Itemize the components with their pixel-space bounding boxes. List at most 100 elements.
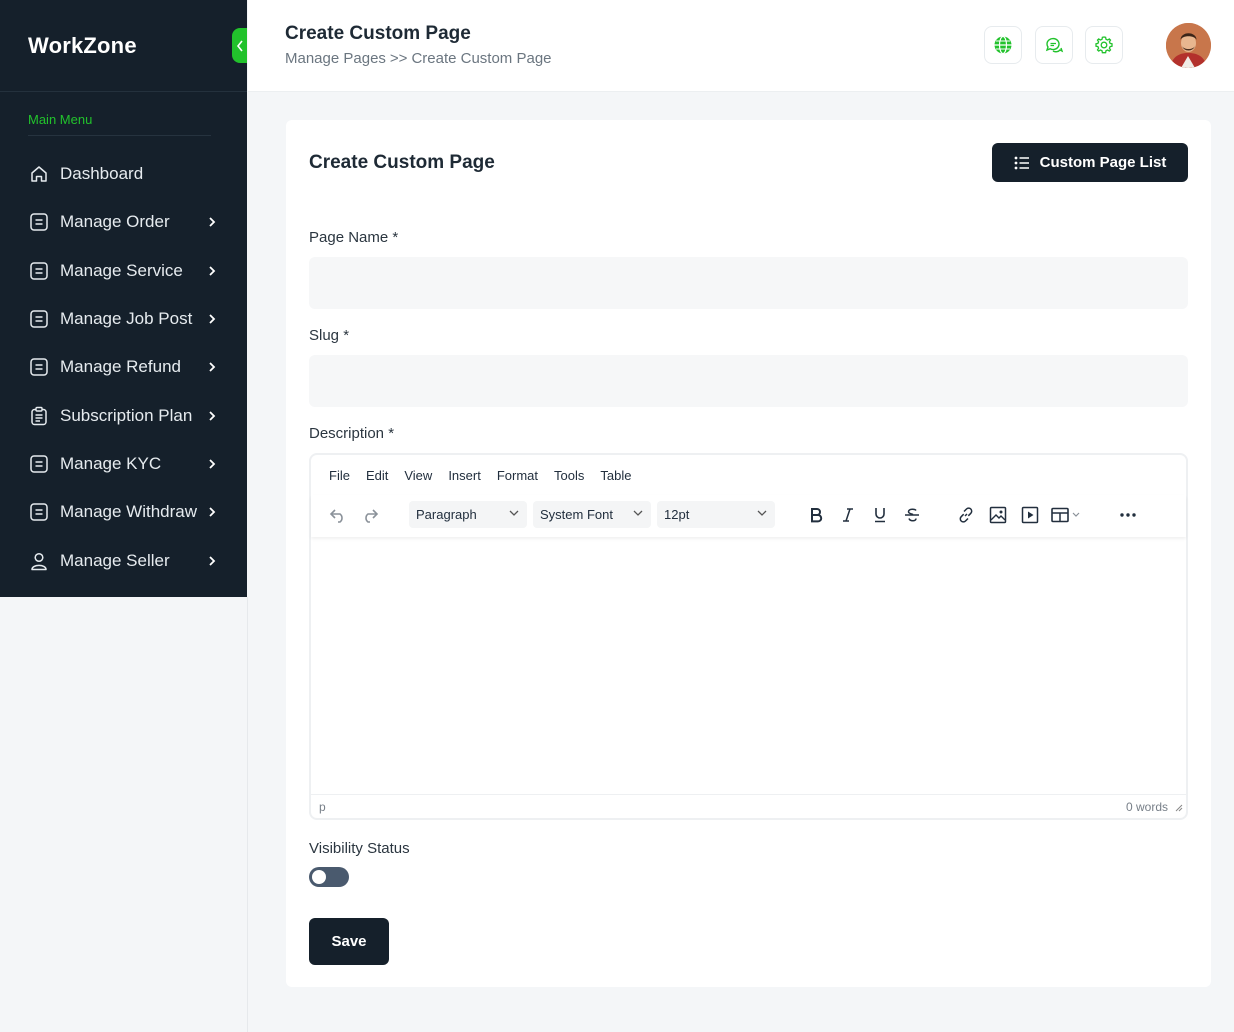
sidebar-item-label: Manage Refund [60,357,181,377]
sidebar-item-label: Subscription Plan [60,405,193,425]
card-title: Create Custom Page [309,152,495,173]
strikethrough-button[interactable] [901,501,923,529]
redo-button[interactable] [359,501,381,529]
breadcrumb-separator: >> [389,50,408,67]
custom-page-list-button[interactable]: Custom Page List [992,143,1188,182]
italic-button[interactable] [837,501,859,529]
chevron-right-icon [207,361,217,373]
element-path[interactable]: p [319,800,326,814]
chevron-down-icon [509,510,519,516]
font-size-value: 12pt [664,507,690,522]
list-doc-icon [28,260,50,282]
more-horizontal-icon [1120,513,1136,517]
font-size-select[interactable]: 12pt [657,501,775,528]
list-doc-icon [28,501,50,523]
sidebar-item-label: Manage KYC [60,453,162,473]
underline-button[interactable] [869,501,891,529]
chevron-down-icon [757,510,767,516]
chevron-right-icon [207,555,217,567]
top-header: Create Custom Page Manage Pages >> Create … [248,0,1234,92]
undo-icon [329,509,343,523]
description-label: Description * [309,425,395,442]
sidebar-item-manage-service[interactable]: Manage Service [0,247,247,295]
sidebar-item-manage-seller[interactable]: Manage Seller [0,536,247,584]
redo-icon [365,509,379,523]
globe-icon [994,35,1012,55]
sidebar: WorkZone Main Menu Dashboard Manage Order… [0,0,247,597]
sidebar-item-manage-refund[interactable]: Manage Refund [0,343,247,391]
user-icon [28,550,50,572]
editor-content-area[interactable] [311,539,1186,794]
sidebar-item-manage-withdraw[interactable]: Manage Withdraw [0,488,247,536]
page-title: Create Custom Page [285,23,471,44]
visibility-toggle[interactable] [309,867,349,887]
page-name-input[interactable] [309,257,1188,309]
rich-text-editor: File Edit View Insert Format Tools Table Parag… [309,453,1188,820]
visibility-label: Visibility Status [309,840,410,857]
sidebar-item-manage-buyer[interactable]: Manage Buyer [0,585,247,597]
clipboard-icon [28,405,50,427]
italic-icon [843,508,853,522]
brand: WorkZone [0,0,247,92]
sidebar-item-manage-order[interactable]: Manage Order [0,198,247,246]
editor-menu-tools[interactable]: Tools [554,468,584,483]
sidebar-item-subscription-plan[interactable]: Subscription Plan [0,391,247,439]
main-menu: Dashboard Manage Order Manage Service Manag… [0,150,247,597]
list-doc-icon [28,308,50,330]
chevron-right-icon [207,410,217,422]
word-count[interactable]: 0 words [1126,800,1168,814]
home-icon [28,163,50,185]
more-tools-button[interactable] [1117,501,1139,529]
insert-table-button[interactable] [1049,501,1085,529]
save-button[interactable]: Save [309,918,389,965]
brand-name: WorkZone [28,32,137,58]
avatar-image [1166,23,1211,68]
editor-menu-format[interactable]: Format [497,468,538,483]
font-family-select[interactable]: System Font [533,501,651,528]
breadcrumb-parent[interactable]: Manage Pages [285,50,386,67]
insert-link-button[interactable] [955,501,977,529]
settings-button[interactable] [1085,26,1123,64]
editor-menu-view[interactable]: View [404,468,432,483]
undo-button[interactable] [327,501,349,529]
insert-image-button[interactable] [987,501,1009,529]
editor-menu-file[interactable]: File [329,468,350,483]
insert-media-button[interactable] [1019,501,1041,529]
menu-section-title: Main Menu [28,112,211,136]
sidebar-item-manage-kyc[interactable]: Manage KYC [0,440,247,488]
messages-button[interactable] [1035,26,1073,64]
breadcrumb: Manage Pages >> Create Custom Page [285,50,552,67]
sidebar-item-label: Manage Job Post [60,309,193,329]
bold-button[interactable] [805,501,827,529]
sidebar-item-label: Dashboard [60,164,144,184]
slug-input[interactable] [309,355,1188,407]
create-page-card: Create Custom Page Custom Page List Page… [286,120,1211,987]
chevron-right-icon [207,313,217,325]
editor-menu-table[interactable]: Table [600,468,631,483]
editor-toolbar: Paragraph System Font 12pt [311,495,1186,537]
sidebar-item-label: Manage Seller [60,550,170,570]
editor-menu-edit[interactable]: Edit [366,468,388,483]
chevron-right-icon [207,506,217,518]
sidebar-item-label: Manage Service [60,260,183,280]
chat-icon [1045,37,1064,53]
bold-icon [811,508,823,523]
breadcrumb-current: Create Custom Page [411,50,552,67]
language-button[interactable] [984,26,1022,64]
editor-menu-insert[interactable]: Insert [448,468,481,483]
image-icon [989,506,1007,524]
user-avatar[interactable] [1166,23,1211,68]
sidebar-item-manage-job-post[interactable]: Manage Job Post [0,295,247,343]
link-icon [959,507,973,523]
sidebar-item-label: Manage Order [60,212,170,232]
sidebar-item-dashboard[interactable]: Dashboard [0,150,247,198]
list-doc-icon [28,356,50,378]
sidebar-collapse-button[interactable] [232,28,247,63]
block-format-value: Paragraph [416,507,477,522]
table-icon [1051,507,1080,523]
list-doc-icon [28,453,50,475]
chevron-down-icon [633,510,643,516]
page-name-label: Page Name * [309,229,399,246]
block-format-select[interactable]: Paragraph [409,501,527,528]
resize-handle-icon[interactable] [1175,804,1183,812]
